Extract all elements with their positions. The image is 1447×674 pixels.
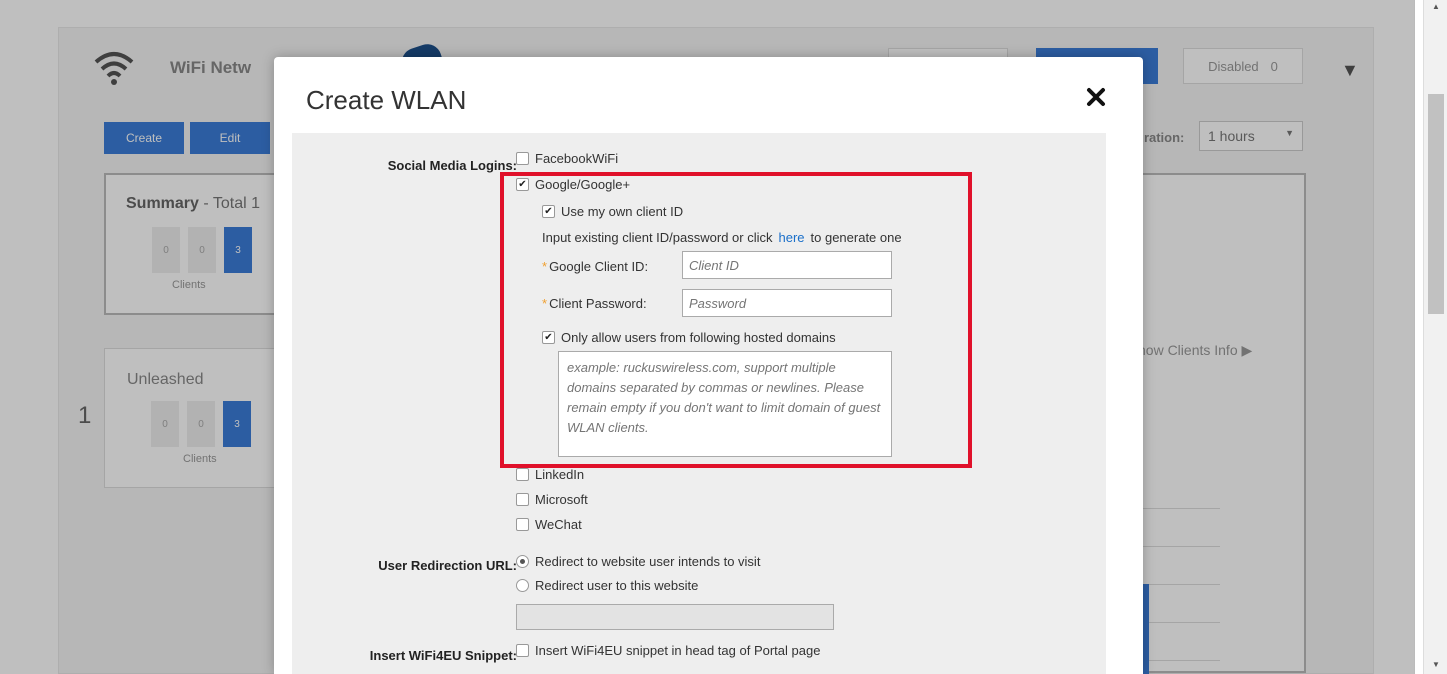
wifi4eu-snippet-checkbox[interactable]	[516, 644, 529, 657]
redirect-custom-option[interactable]: Redirect user to this website	[516, 578, 698, 593]
client-password-label: * Client Password:	[542, 296, 647, 311]
wechat-label: WeChat	[535, 517, 582, 532]
redirect-url-input[interactable]	[516, 604, 834, 630]
scrollbar-thumb[interactable]	[1428, 94, 1444, 314]
facebook-wifi-checkbox[interactable]	[516, 152, 529, 165]
wechat-checkbox[interactable]	[516, 518, 529, 531]
redirect-intended-label: Redirect to website user intends to visi…	[535, 554, 761, 569]
dialog-title: Create WLAN	[306, 85, 467, 115]
use-own-client-id-checkbox[interactable]: ✔	[542, 205, 555, 218]
scroll-up-arrow-icon[interactable]: ▲	[1430, 2, 1442, 14]
google-label: Google/Google+	[535, 177, 631, 192]
linkedin-checkbox[interactable]	[516, 468, 529, 481]
google-client-id-input[interactable]	[682, 251, 892, 279]
dialog-body: Social Media Logins: FacebookWiFi ✔ Goog…	[292, 133, 1106, 674]
hint-suffix: to generate one	[810, 230, 902, 245]
hosted-domains-checkbox[interactable]: ✔	[542, 331, 555, 344]
client-id-hint: Input existing client ID/password or cli…	[542, 230, 902, 245]
required-marker: *	[542, 296, 548, 311]
use-own-client-id-option[interactable]: ✔ Use my own client ID	[542, 204, 683, 219]
page-scrollbar[interactable]: ▲ ▼	[1423, 0, 1447, 674]
microsoft-checkbox[interactable]	[516, 493, 529, 506]
hint-prefix: Input existing client ID/password or cli…	[542, 230, 773, 245]
hosted-domains-label: Only allow users from following hosted d…	[561, 330, 836, 345]
facebook-wifi-option[interactable]: FacebookWiFi	[516, 151, 618, 166]
facebook-wifi-label: FacebookWiFi	[535, 151, 619, 166]
hosted-domains-textarea[interactable]	[558, 351, 892, 457]
google-client-id-label: * Google Client ID:	[542, 259, 649, 274]
linkedin-option[interactable]: LinkedIn	[516, 467, 584, 482]
redirect-custom-radio[interactable]	[516, 579, 529, 592]
wifi4eu-snippet-option[interactable]: Insert WiFi4EU snippet in head tag of Po…	[516, 643, 820, 658]
hosted-domains-option[interactable]: ✔ Only allow users from following hosted…	[542, 330, 836, 345]
scroll-down-arrow-icon[interactable]: ▼	[1430, 660, 1442, 672]
redirect-intended-option[interactable]: Redirect to website user intends to visi…	[516, 554, 760, 569]
social-media-logins-label: Social Media Logins:	[387, 158, 517, 173]
generate-client-id-link[interactable]: here	[778, 230, 804, 245]
microsoft-option[interactable]: Microsoft	[516, 492, 588, 507]
frame-divider	[1414, 0, 1423, 674]
create-wlan-dialog: Create WLAN Social Media Logins: Faceboo…	[274, 57, 1143, 674]
linkedin-label: LinkedIn	[535, 467, 585, 482]
wechat-option[interactable]: WeChat	[516, 517, 582, 532]
google-checkbox[interactable]: ✔	[516, 178, 529, 191]
close-icon[interactable]	[1086, 87, 1106, 107]
redirect-custom-label: Redirect user to this website	[535, 578, 699, 593]
google-option[interactable]: ✔ Google/Google+	[516, 177, 630, 192]
redirect-intended-radio[interactable]	[516, 555, 529, 568]
use-own-client-id-label: Use my own client ID	[561, 204, 684, 219]
wifi4eu-snippet-label: Insert WiFi4EU Snippet:	[369, 648, 517, 663]
user-redirection-url-label: User Redirection URL:	[378, 558, 517, 573]
required-marker: *	[542, 259, 548, 274]
client-password-input[interactable]	[682, 289, 892, 317]
wifi4eu-snippet-text: Insert WiFi4EU snippet in head tag of Po…	[535, 643, 821, 658]
microsoft-label: Microsoft	[535, 492, 588, 507]
